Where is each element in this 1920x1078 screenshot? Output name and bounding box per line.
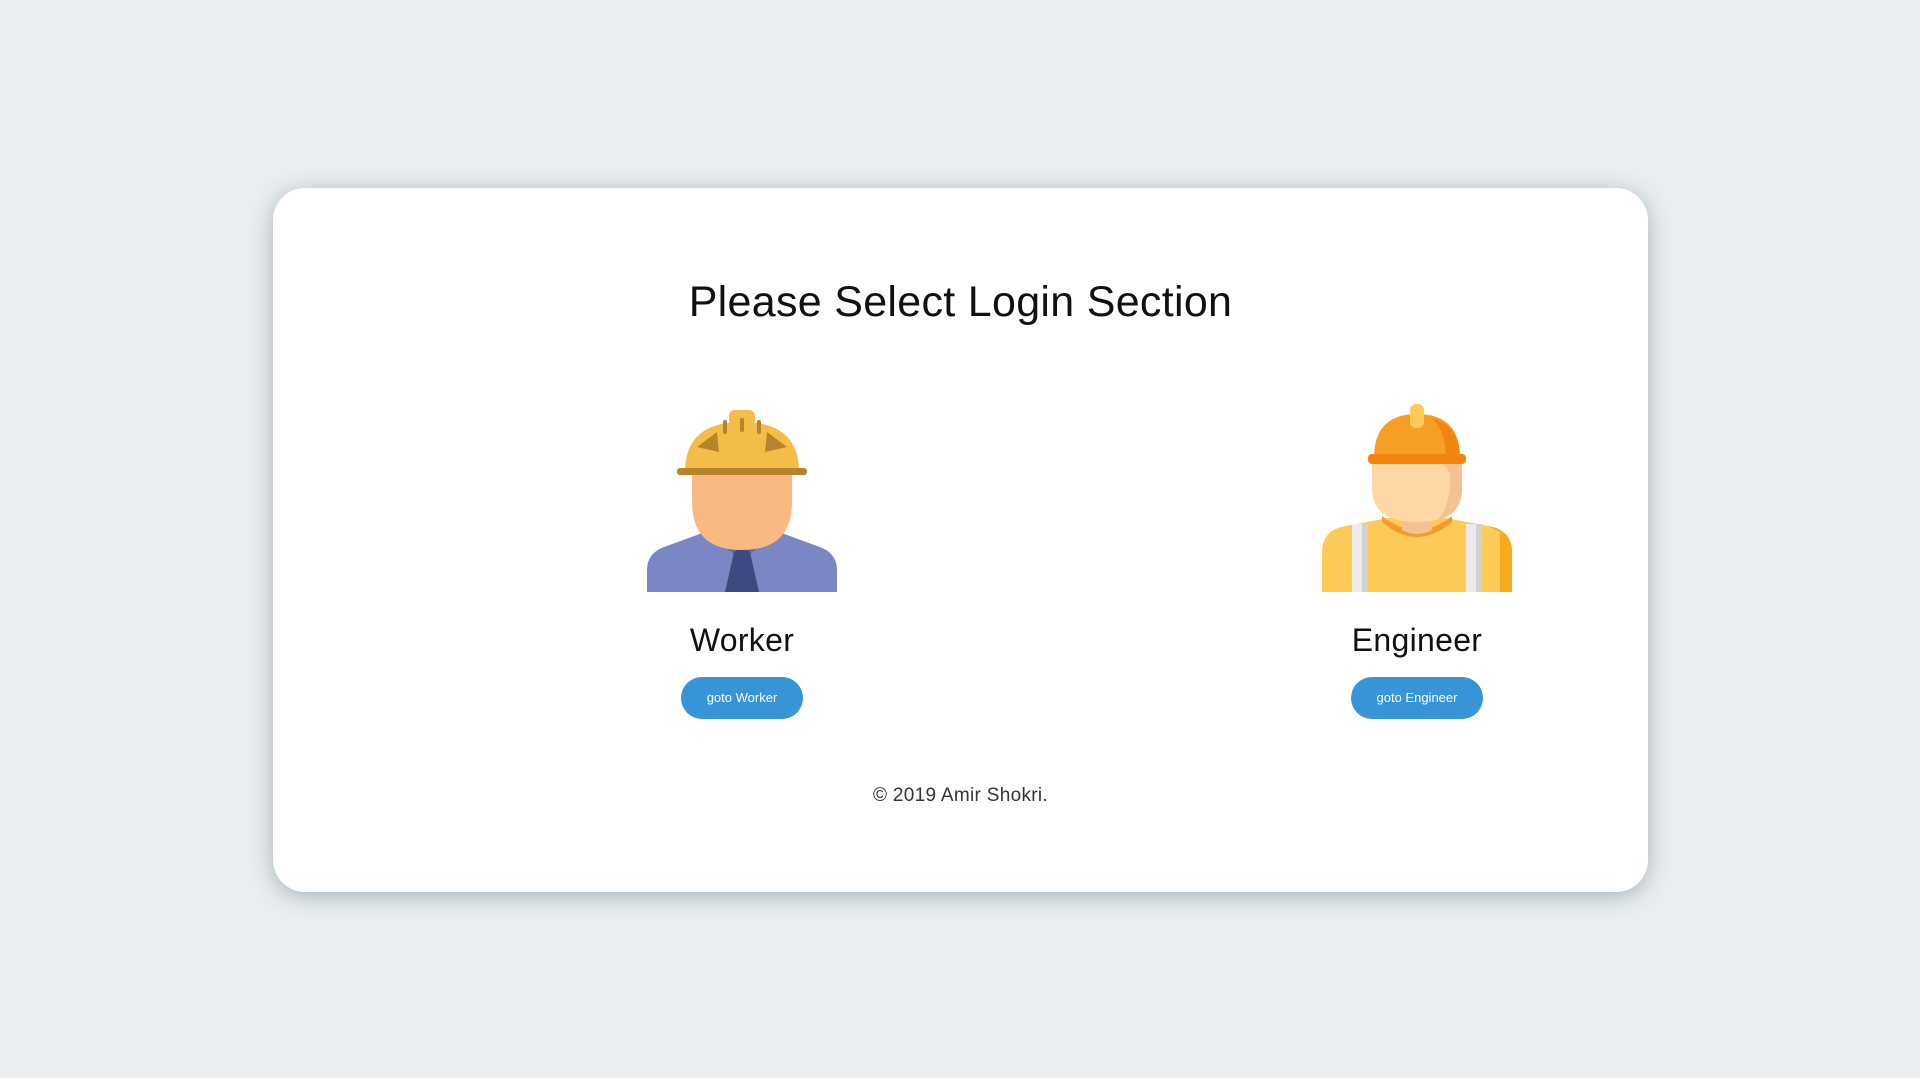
worker-avatar-icon [647,410,837,592]
goto-worker-button[interactable]: goto Worker [680,677,804,719]
engineer-label: Engineer [1351,622,1483,658]
worker-section: Worker goto Worker [622,402,862,719]
copyright-footer: © 2019 Amir Shokri. [873,785,1048,806]
worker-label: Worker [689,622,795,658]
engineer-section: Engineer goto Engineer [1297,402,1537,719]
page-title: Please Select Login Section [688,278,1233,326]
goto-engineer-button[interactable]: goto Engineer [1350,677,1484,719]
login-section-card: Please Select Login Section Worker goto … [273,188,1648,892]
engineer-avatar-icon [1322,404,1512,592]
